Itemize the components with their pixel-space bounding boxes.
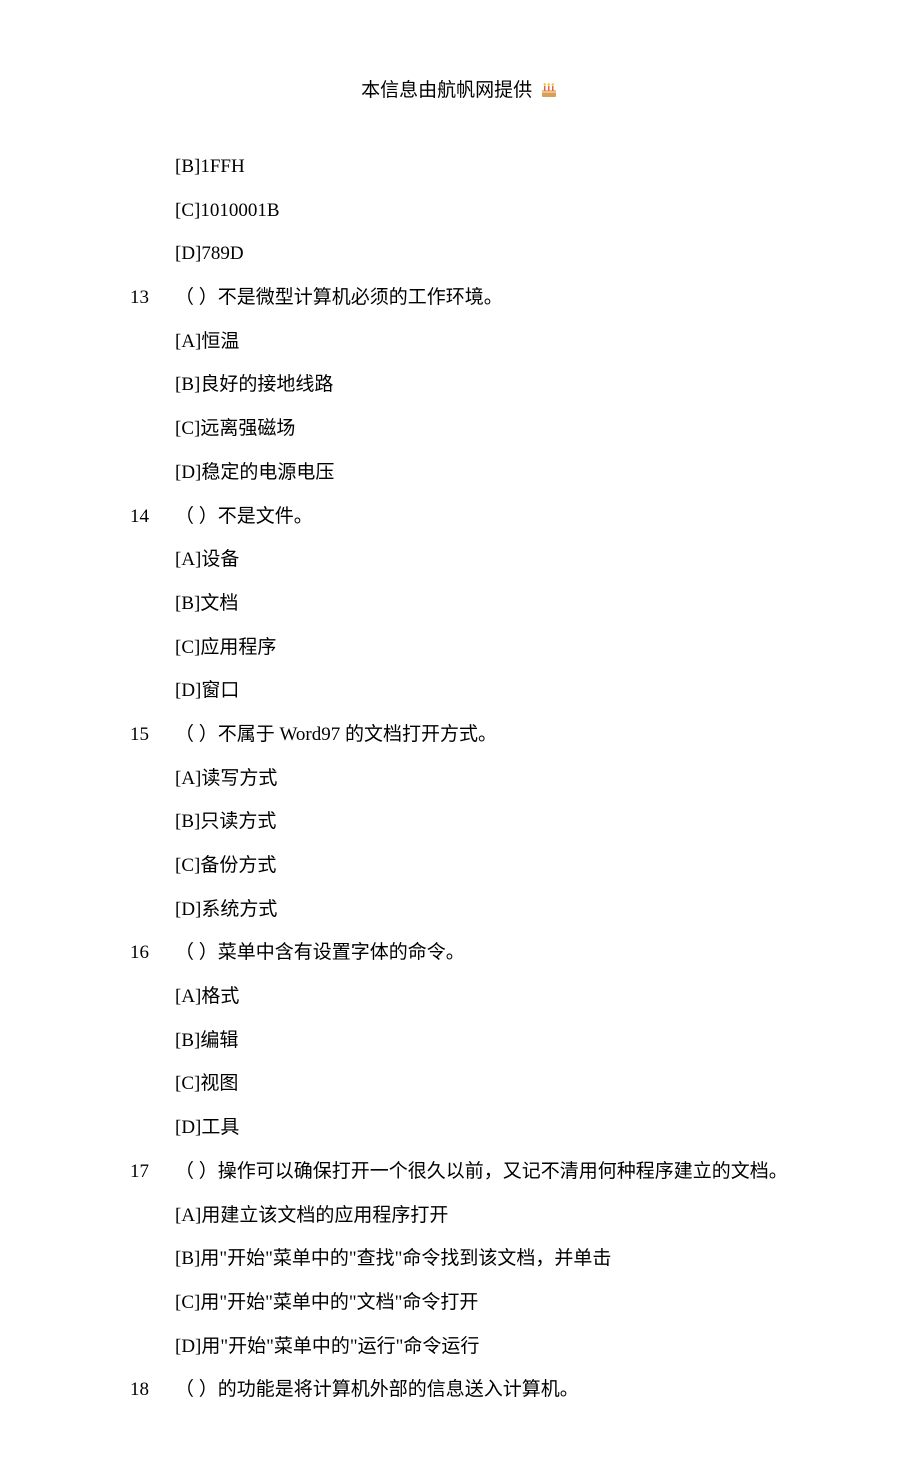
document-body: [B]1FFH [C]1010001B [D]789D 13（ ）不是微型计算机… — [100, 145, 820, 1412]
option-text: [D]用"开始"菜单中的"运行"命令运行 — [175, 1325, 820, 1369]
question-text: （ ）不是文件。 — [175, 506, 313, 527]
question-text: （ ）不属于 Word97 的文档打开方式。 — [175, 724, 497, 745]
option-text: [D]工具 — [175, 1106, 820, 1150]
option-text: [A]恒温 — [175, 320, 820, 364]
option-text: [B]编辑 — [175, 1019, 820, 1063]
option-text: [B]只读方式 — [175, 800, 820, 844]
question-number: 17 — [130, 1150, 175, 1194]
option-text: [A]设备 — [175, 538, 820, 582]
question-number: 14 — [130, 495, 175, 539]
option-text: [A]读写方式 — [175, 757, 820, 801]
option-text: [B]用"开始"菜单中的"查找"命令找到该文档，并单击 — [175, 1237, 820, 1281]
header-text: 本信息由航帆网提供 — [361, 80, 532, 101]
birthday-cake-icon — [539, 79, 559, 105]
option-text: [A]用建立该文档的应用程序打开 — [175, 1194, 820, 1238]
question-line: 18（ ）的功能是将计算机外部的信息送入计算机。 — [130, 1368, 820, 1412]
option-text: [D]789D — [175, 232, 820, 276]
question-line: 15（ ）不属于 Word97 的文档打开方式。 — [130, 713, 820, 757]
option-text: [A]格式 — [175, 975, 820, 1019]
option-text: [B]1FFH — [175, 145, 820, 189]
question-text: （ ）不是微型计算机必须的工作环境。 — [175, 287, 503, 308]
document-page: 本信息由航帆网提供 [B]1FFH [C]1010001B [D]789D 13… — [0, 0, 920, 1472]
question-number: 16 — [130, 931, 175, 975]
option-text: [B]良好的接地线路 — [175, 363, 820, 407]
option-text: [C]用"开始"菜单中的"文档"命令打开 — [175, 1281, 820, 1325]
question-line: 13（ ）不是微型计算机必须的工作环境。 — [130, 276, 820, 320]
option-text: [C]应用程序 — [175, 626, 820, 670]
option-text: [D]系统方式 — [175, 888, 820, 932]
question-line: 14（ ）不是文件。 — [130, 495, 820, 539]
question-text: （ ）菜单中含有设置字体的命令。 — [175, 942, 465, 963]
question-number: 18 — [130, 1368, 175, 1412]
question-text: （ ）的功能是将计算机外部的信息送入计算机。 — [175, 1379, 579, 1400]
option-text: [C]远离强磁场 — [175, 407, 820, 451]
question-line: 17（ ）操作可以确保打开一个很久以前，又记不清用何种程序建立的文档。 — [130, 1150, 820, 1194]
question-line: 16（ ）菜单中含有设置字体的命令。 — [130, 931, 820, 975]
option-text: [D]稳定的电源电压 — [175, 451, 820, 495]
option-text: [B]文档 — [175, 582, 820, 626]
option-text: [C]视图 — [175, 1062, 820, 1106]
question-number: 13 — [130, 276, 175, 320]
document-header: 本信息由航帆网提供 — [100, 75, 820, 105]
option-text: [C]1010001B — [175, 189, 820, 233]
option-text: [C]备份方式 — [175, 844, 820, 888]
question-text: （ ）操作可以确保打开一个很久以前，又记不清用何种程序建立的文档。 — [175, 1161, 788, 1182]
option-text: [D]窗口 — [175, 669, 820, 713]
question-number: 15 — [130, 713, 175, 757]
